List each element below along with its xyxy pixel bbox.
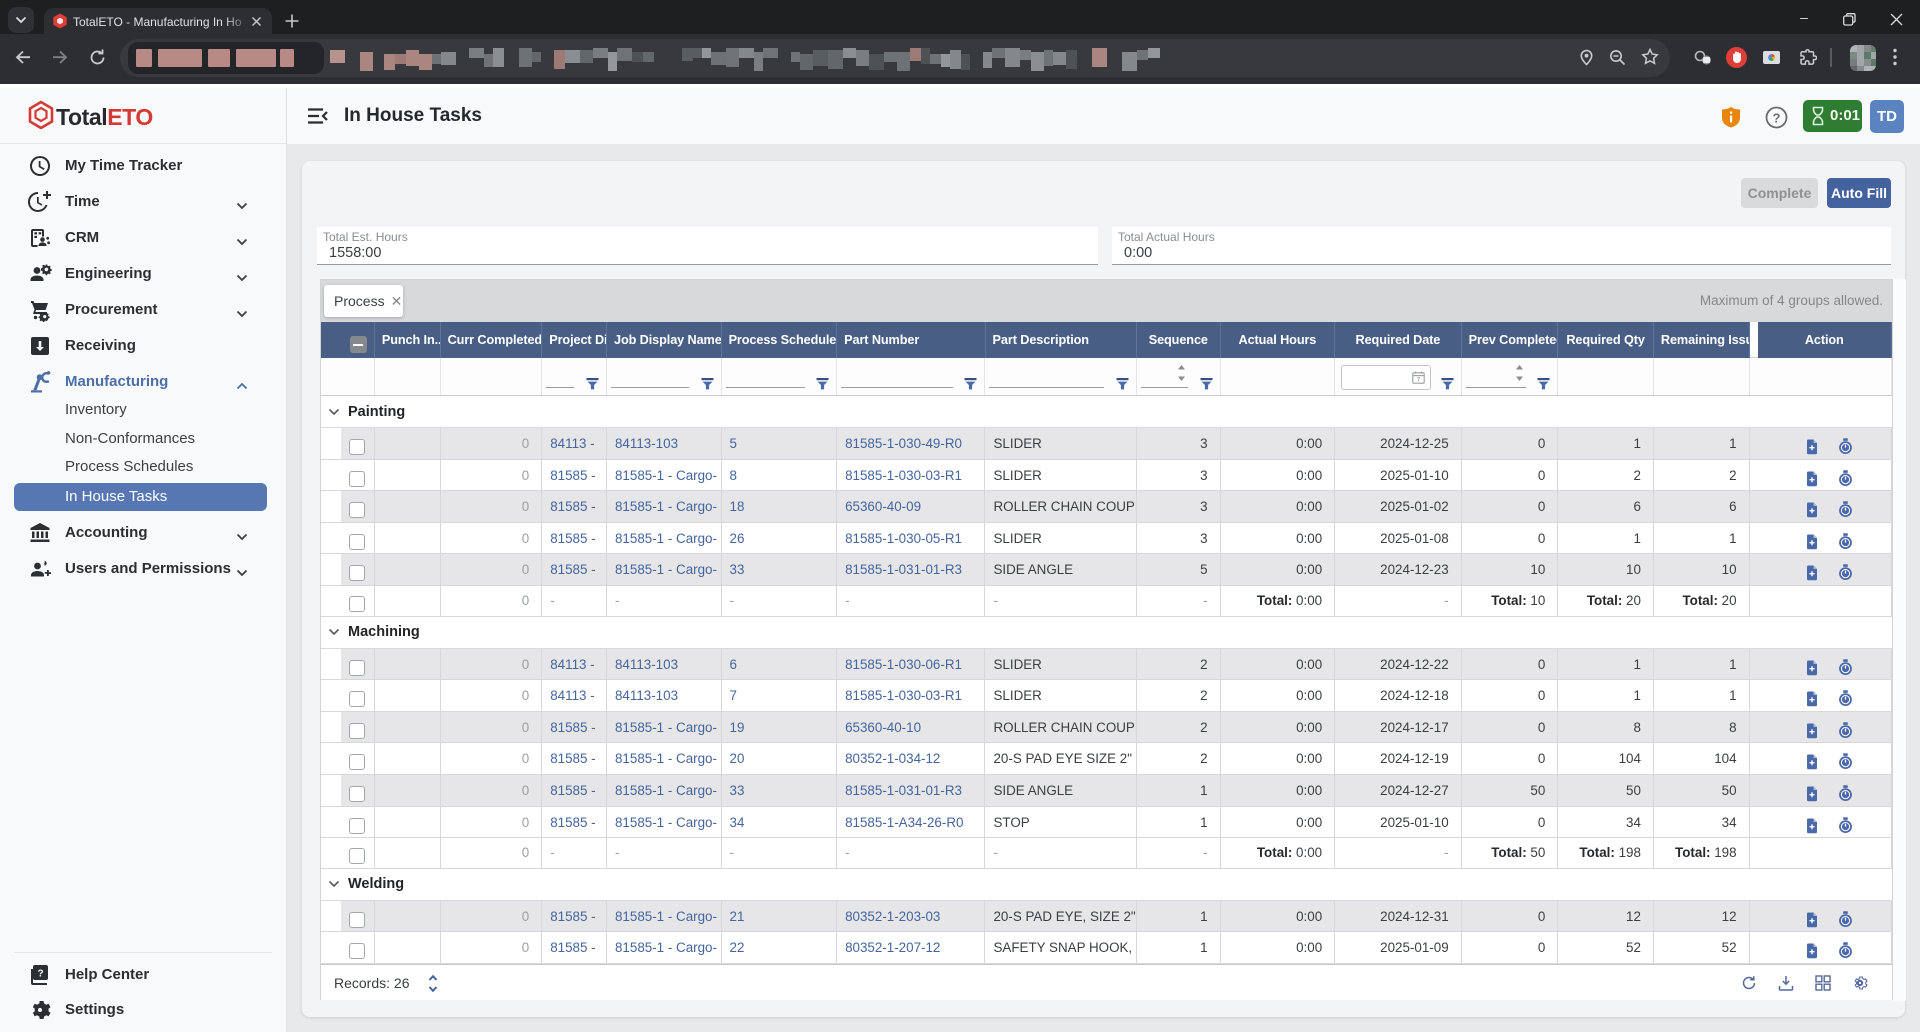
svg-text:?: ? <box>37 969 43 980</box>
svg-text:7: 7 <box>1417 377 1421 384</box>
svg-text:?: ? <box>1773 111 1781 126</box>
